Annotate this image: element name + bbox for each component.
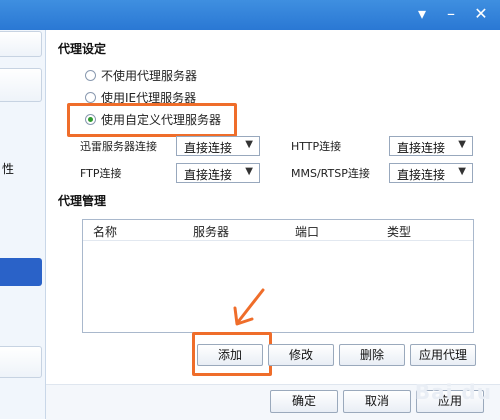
proxy-manage-title: 代理管理 xyxy=(58,194,107,208)
nav-item-active[interactable] xyxy=(0,258,42,286)
chevron-down-icon: ▼ xyxy=(245,139,253,150)
select-value: 直接连接 xyxy=(184,168,233,182)
radio-no-proxy[interactable]: 不使用代理服务器 xyxy=(85,67,197,83)
radio-button[interactable] xyxy=(85,69,96,81)
close-icon[interactable]: ✕ xyxy=(470,3,492,25)
chevron-down-icon: ▼ xyxy=(458,166,466,177)
left-nav: 性 xyxy=(0,30,46,419)
ftp-connection-label: FTP连接 xyxy=(80,167,122,180)
cancel-button[interactable]: 取消 xyxy=(343,390,411,413)
radio-label: 使用自定义代理服务器 xyxy=(101,112,222,127)
column-type: 类型 xyxy=(387,225,412,239)
delete-button[interactable]: 删除 xyxy=(339,344,405,366)
table-header: 名称 服务器 端口 类型 xyxy=(83,220,473,241)
radio-button[interactable] xyxy=(85,91,96,103)
http-connection-select[interactable]: 直接连接 ▼ xyxy=(389,136,473,156)
radio-button[interactable] xyxy=(85,113,96,125)
ftp-connection-select[interactable]: 直接连接 ▼ xyxy=(176,163,260,183)
select-value: 直接连接 xyxy=(184,141,233,155)
watermark: Bai du xyxy=(414,380,492,404)
nav-item[interactable] xyxy=(0,31,42,57)
title-bar: ▾ – ✕ xyxy=(0,0,500,30)
arrow-annotation xyxy=(233,288,265,326)
proxy-settings-title: 代理设定 xyxy=(58,42,107,56)
ok-button[interactable]: 确定 xyxy=(270,390,338,413)
http-connection-label: HTTP连接 xyxy=(291,140,342,153)
column-port: 端口 xyxy=(295,225,320,239)
nav-item[interactable] xyxy=(0,68,42,102)
select-value: 直接连接 xyxy=(397,141,446,155)
column-name: 名称 xyxy=(93,225,118,239)
mms-connection-label: MMS/RTSP连接 xyxy=(291,167,370,180)
radio-label: 不使用代理服务器 xyxy=(101,68,198,83)
nav-item[interactable] xyxy=(0,346,42,378)
apply-proxy-button[interactable]: 应用代理 xyxy=(410,344,476,366)
minimize-icon[interactable]: – xyxy=(440,3,462,25)
nav-item-label: 性 xyxy=(2,162,15,176)
chevron-down-icon: ▼ xyxy=(245,166,253,177)
edit-button[interactable]: 修改 xyxy=(268,344,334,366)
proxy-table[interactable]: 名称 服务器 端口 类型 xyxy=(82,219,474,333)
mms-connection-select[interactable]: 直接连接 ▼ xyxy=(389,163,473,183)
column-server: 服务器 xyxy=(193,225,230,239)
radio-custom-proxy[interactable]: 使用自定义代理服务器 xyxy=(85,111,221,127)
add-button[interactable]: 添加 xyxy=(197,344,263,366)
select-value: 直接连接 xyxy=(397,168,446,182)
menu-icon[interactable]: ▾ xyxy=(411,3,433,25)
xunlei-connection-label: 迅雷服务器连接 xyxy=(80,140,157,153)
chevron-down-icon: ▼ xyxy=(458,139,466,150)
xunlei-connection-select[interactable]: 直接连接 ▼ xyxy=(176,136,260,156)
